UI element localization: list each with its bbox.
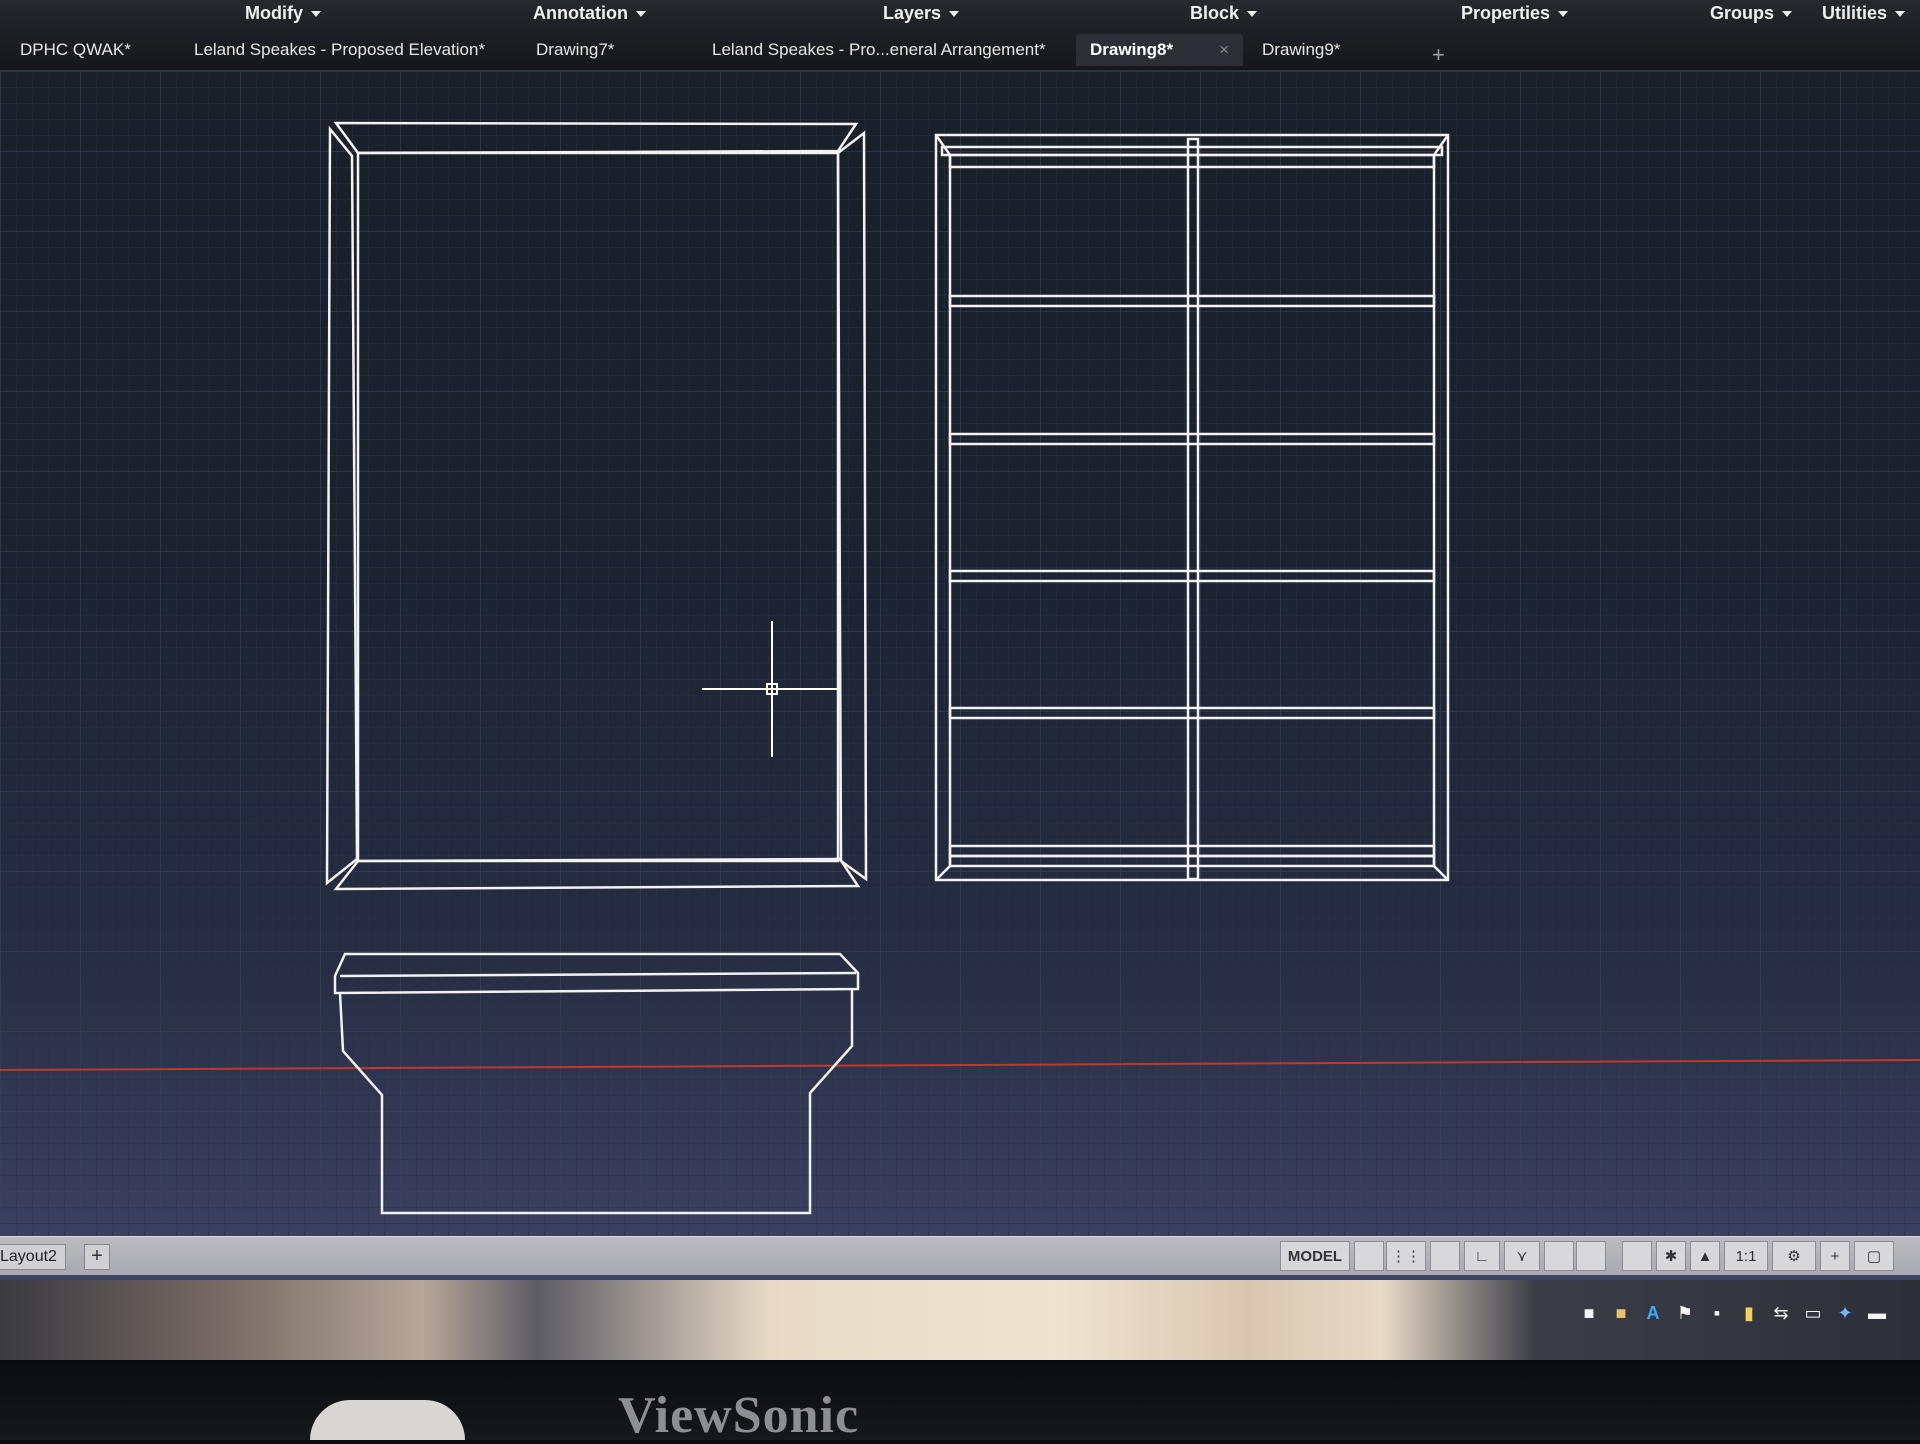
file-tab-label: Drawing8*: [1090, 40, 1174, 59]
autocad-screen: Modify Annotation Layers Block Propertie…: [0, 0, 1920, 1360]
keyboard-icon[interactable]: ▬: [1866, 1302, 1888, 1324]
ribbon-panel-label: Modify: [245, 3, 303, 23]
file-tab-active[interactable]: Drawing8* ×: [1076, 34, 1244, 66]
network-icon[interactable]: ⇆: [1770, 1302, 1792, 1324]
ribbon-panel-label: Annotation: [533, 3, 628, 23]
annotation-scale-icon[interactable]: ▲: [1690, 1241, 1720, 1271]
ribbon-panel-label: Utilities: [1822, 3, 1888, 23]
ribbon-panel-annotation[interactable]: Annotation: [533, 0, 646, 28]
polar-icon[interactable]: ⋎: [1504, 1241, 1540, 1271]
chevron-down-icon: [949, 11, 960, 18]
desk-object: [310, 1400, 465, 1440]
chevron-down-icon: [1247, 11, 1258, 18]
chat-icon[interactable]: ▭: [1802, 1302, 1824, 1324]
file-tab-bar: DPHC QWAK* Leland Speakes - Proposed Ele…: [0, 30, 1920, 71]
chevron-down-icon: [1558, 11, 1569, 18]
grid-toggle-button[interactable]: [1354, 1241, 1384, 1271]
new-tab-button[interactable]: +: [1432, 42, 1445, 68]
ribbon-panel-modify[interactable]: Modify: [245, 0, 321, 28]
flag-icon[interactable]: ⚑: [1674, 1302, 1696, 1324]
note-icon[interactable]: ▮: [1738, 1302, 1760, 1324]
system-tray: ■ ■ A ⚑ ▪ ▮ ⇆ ▭ ✦ ▬: [1578, 1302, 1908, 1332]
ribbon-panel-layers[interactable]: Layers: [883, 0, 960, 28]
monitor-brand-logo: ViewSonic: [618, 1387, 860, 1444]
folder-icon[interactable]: ■: [1610, 1302, 1632, 1324]
snap-toggle-button[interactable]: [1430, 1241, 1460, 1271]
file-tab[interactable]: Leland Speakes - Pro...eneral Arrangemen…: [698, 34, 1060, 66]
chevron-down-icon: [1895, 11, 1906, 18]
os-taskbar: ■ ■ A ⚑ ▪ ▮ ⇆ ▭ ✦ ▬: [0, 1280, 1920, 1360]
ribbon-panel-label: Block: [1190, 3, 1240, 23]
ribbon-panel-groups[interactable]: Groups: [1710, 0, 1793, 28]
file-tab[interactable]: Drawing7*: [522, 34, 628, 66]
ribbon-panel-block[interactable]: Block: [1190, 0, 1258, 28]
autocad-icon[interactable]: A: [1642, 1302, 1664, 1324]
model-viewport[interactable]: [0, 71, 1920, 1236]
monitor-bezel: [0, 1360, 1920, 1440]
file-tab[interactable]: Drawing9*: [1248, 34, 1354, 66]
model-space-button[interactable]: MODEL: [1280, 1241, 1350, 1271]
layout-tab[interactable]: Layout2: [0, 1244, 66, 1270]
ribbon-panel-label: Groups: [1710, 3, 1775, 23]
grid-icon[interactable]: ⋮⋮: [1386, 1241, 1426, 1271]
chevron-down-icon: [311, 11, 321, 18]
otrack-toggle-button[interactable]: [1576, 1241, 1606, 1271]
ribbon-panel-properties[interactable]: Properties: [1461, 0, 1569, 28]
ribbon-panel-utilities[interactable]: Utilities: [1822, 0, 1906, 28]
chevron-down-icon: [635, 11, 646, 18]
ribbon-panel-bar: Modify Annotation Layers Block Propertie…: [0, 0, 1920, 30]
file-tab[interactable]: Leland Speakes - Proposed Elevation*: [180, 34, 499, 66]
layout-tab-bar: Layout2 + MODEL ⋮⋮ ∟ ⋎ ✱ ▲ 1:1 ⚙ + ▢: [0, 1236, 1920, 1275]
file-tab[interactable]: DPHC QWAK*: [6, 34, 145, 66]
add-icon[interactable]: +: [1820, 1241, 1850, 1271]
ribbon-panel-label: Properties: [1461, 3, 1551, 23]
chevron-down-icon: [1782, 11, 1793, 18]
lineweight-toggle-button[interactable]: [1622, 1241, 1652, 1271]
add-layout-button[interactable]: +: [84, 1244, 110, 1270]
annotation-visibility-icon[interactable]: ✱: [1656, 1241, 1686, 1271]
osnap-toggle-button[interactable]: [1544, 1241, 1574, 1271]
app-icon[interactable]: ✦: [1834, 1302, 1856, 1324]
gear-icon[interactable]: ⚙: [1772, 1241, 1816, 1271]
ortho-icon[interactable]: ∟: [1464, 1241, 1500, 1271]
window-icon[interactable]: ▪: [1706, 1302, 1728, 1324]
fullscreen-icon[interactable]: ▢: [1854, 1241, 1894, 1271]
ribbon-panel-label: Layers: [883, 3, 942, 23]
close-icon[interactable]: ×: [1219, 40, 1229, 59]
drawing-canvas: [0, 71, 1920, 1236]
notification-icon[interactable]: ■: [1578, 1302, 1600, 1324]
annotation-scale-select[interactable]: 1:1: [1724, 1241, 1768, 1271]
